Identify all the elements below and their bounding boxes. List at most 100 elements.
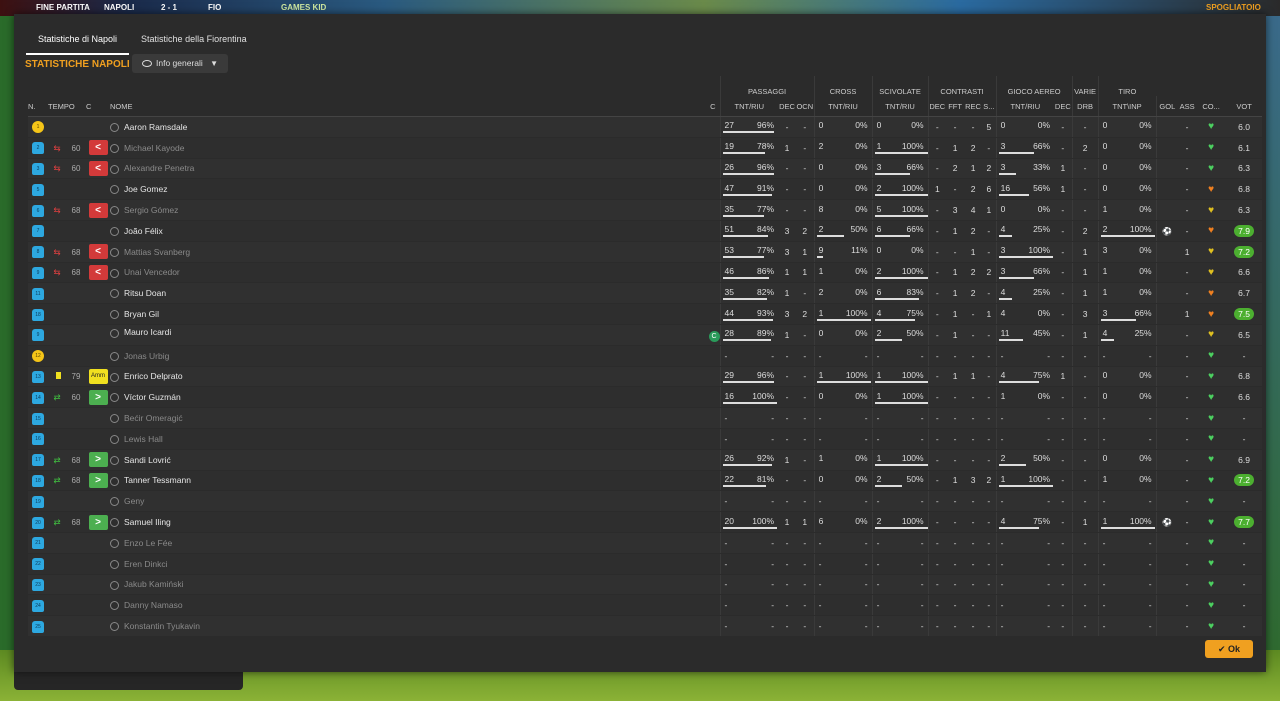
table-row[interactable]: 2 ⇆ 60 < Michael Kayode 19 78% 1-2 0% 1 100% -1 2-3 6… — [28, 137, 1263, 159]
cell-name[interactable]: Joe Gomez — [110, 178, 721, 201]
cell-name[interactable]: Lewis Hall — [110, 428, 721, 450]
table-row[interactable]: 11 Ritsu Doan 35 82% 1-2 0% 6 83% -1 2-4 25% -1 1 0% -… — [28, 282, 1263, 305]
cell-name[interactable]: Jakub Kamiński — [110, 574, 721, 596]
cell-name[interactable]: Sergio Gómez — [110, 199, 721, 221]
table-row[interactable]: 19 Geny - - - - - - - - - - - - - - - - - - - ♥ - — [28, 490, 1263, 513]
player-name[interactable]: Alexandre Penetra — [124, 163, 194, 173]
player-name[interactable]: Víctor Guzmán — [124, 392, 181, 402]
col-ocn[interactable]: OCN — [796, 96, 815, 117]
cell-name[interactable]: Víctor Guzmán — [110, 386, 721, 409]
player-name[interactable]: Jakub Kamiński — [124, 579, 184, 589]
player-name[interactable]: Joe Gomez — [124, 184, 167, 194]
col-co[interactable]: CO... — [1196, 96, 1227, 117]
ok-button[interactable]: ✔ Ok — [1205, 640, 1253, 658]
cell-name[interactable]: Bećir Omeragić — [110, 407, 721, 429]
col-tiro[interactable]: TNT\INP — [1097, 96, 1157, 117]
player-name[interactable]: Enzo Le Fée — [124, 538, 172, 548]
cell-name[interactable]: Bryan Gil — [110, 303, 721, 325]
col-pass-tnt[interactable]: TNT/RIU — [719, 96, 779, 117]
table-row[interactable]: 12 Jonas Urbig - - - - - - - - - - - - - - - - - - - ♥ - — [28, 345, 1263, 367]
cell-name[interactable]: Unai Vencedor — [110, 262, 721, 284]
col-cross-tnt[interactable]: TNT/RIU — [813, 96, 873, 117]
player-name[interactable]: Sandi Lovrić — [124, 455, 171, 465]
col-dec[interactable]: DEC — [778, 96, 797, 117]
col-s[interactable]: S... — [982, 96, 997, 117]
table-row[interactable]: 6 ⇆ 68 < Sergio Gómez 35 77% - -8 0% 5 100% -3 4 1 0 0% -… — [28, 199, 1263, 221]
table-row[interactable]: 15 Bećir Omeragić - - - - - - - - - - - - - - - - - - - ♥ - — [28, 407, 1263, 429]
cell-name[interactable]: Mauro Icardi C — [110, 324, 721, 346]
col-tempo[interactable]: TEMPO — [48, 96, 86, 117]
col-c[interactable]: C — [86, 96, 110, 117]
table-row[interactable]: 5 Joe Gomez 47 91% - -0 0% 2 100% 1-2 6 16 56% 1-0 0% -… — [28, 178, 1263, 201]
cell-name[interactable]: Tanner Tessmann — [110, 470, 721, 492]
player-name[interactable]: Eren Dinkci — [124, 559, 167, 569]
cell-name[interactable]: Ritsu Doan — [110, 282, 721, 305]
cell-name[interactable]: Alexandre Penetra — [110, 158, 721, 180]
table-row[interactable]: 18 ⇄ 68 > Tanner Tessmann 22 81% - -0 0% 2 50% -1 3 2 1… — [28, 470, 1263, 492]
player-name[interactable]: Ritsu Doan — [124, 288, 166, 298]
player-name[interactable]: Unai Vencedor — [124, 267, 180, 277]
col-n[interactable]: N. — [28, 96, 48, 117]
cell-name[interactable]: Samuel Iling — [110, 511, 721, 533]
col-ass[interactable]: ASS — [1178, 96, 1197, 117]
table-row[interactable]: 9 ⇆ 68 < Unai Vencedor 46 86% 1 1 1 0% 2 100% -1 2 2 3 66… — [28, 262, 1263, 284]
player-name[interactable]: Tanner Tessmann — [124, 475, 191, 485]
table-row[interactable]: 20 ⇄ 68 > Samuel Iling 20 100% 1 1 6 0% 2 100% - - - -4 7… — [28, 511, 1263, 533]
player-name[interactable]: Jonas Urbig — [124, 351, 169, 361]
table-row[interactable]: 17 ⇄ 68 > Sandi Lovrić 26 92% 1-1 0% 1 100% - - - -2 50… — [28, 449, 1263, 471]
table-row[interactable]: 24 Danny Namaso - - - - - - - - - - - - - - - - - - - ♥ - — [28, 594, 1263, 617]
cell-name[interactable]: Enzo Le Fée — [110, 532, 721, 554]
player-name[interactable]: Lewis Hall — [124, 434, 163, 444]
cell-name[interactable]: Jonas Urbig — [110, 345, 721, 367]
cell-name[interactable]: Enrico Delprato — [110, 366, 721, 388]
col-vot[interactable]: VOT — [1226, 96, 1263, 117]
table-row[interactable]: 8 ⇆ 68 < Mattias Svanberg 53 77% 3 1 9 11% 0 0% - -1-3… — [28, 241, 1263, 263]
player-name[interactable]: Danny Namaso — [124, 600, 183, 610]
col-gol[interactable]: GOL — [1155, 96, 1179, 117]
player-name[interactable]: Konstantin Tyukavin — [124, 621, 200, 631]
player-name[interactable]: João Félix — [124, 226, 163, 236]
table-row[interactable]: 14 ⇄ 60 > Víctor Guzmán 16 100% - -0 0% 1 100% - - - -1… — [28, 386, 1263, 409]
table-row[interactable]: 18 Bryan Gil 44 93% 3 2 1 100% 4 75% -1-1 4 0% -3 3 66%… — [28, 303, 1263, 325]
col-cdec[interactable]: DEC — [927, 96, 947, 117]
cell-name[interactable]: Geny — [110, 490, 721, 513]
cell-name[interactable]: Aaron Ramsdale — [110, 116, 721, 138]
player-name[interactable]: Mauro Icardi — [124, 327, 171, 337]
player-name[interactable]: Samuel Iling — [124, 517, 171, 527]
col-drb[interactable]: DRB — [1071, 96, 1099, 117]
table-row[interactable]: 1 Aaron Ramsdale 27 96% - -0 0% 0 0% - - -5 0 0% - -0 0%… — [28, 116, 1263, 138]
player-name[interactable]: Michael Kayode — [124, 143, 184, 153]
col-aer-tnt[interactable]: TNT/RIU — [995, 96, 1055, 117]
col-nome[interactable]: NOME C — [110, 96, 721, 117]
player-name[interactable]: Mattias Svanberg — [124, 247, 190, 257]
table-row[interactable]: 7 João Félix 51 84% 3 2 2 50% 6 66% -1 2-4 25% -2 2 100… — [28, 220, 1263, 242]
col-fft[interactable]: FFT — [946, 96, 965, 117]
cell-name[interactable]: Danny Namaso — [110, 594, 721, 617]
player-name[interactable]: Enrico Delprato — [124, 371, 183, 381]
cell-name[interactable]: João Félix — [110, 220, 721, 242]
tab-napoli-stats[interactable]: Statistiche di Napoli — [26, 30, 130, 55]
col-sciv-tnt[interactable]: TNT/RIU — [871, 96, 929, 117]
cell-name[interactable]: Michael Kayode — [110, 137, 721, 159]
table-row[interactable]: 3 ⇆ 60 < Alexandre Penetra 26 96% - -0 0% 3 66% -2 1 2… — [28, 158, 1263, 180]
player-name[interactable]: Bryan Gil — [124, 309, 159, 319]
table-row[interactable]: 16 Lewis Hall - - - - - - - - - - - - - - - - - - - ♥ - — [28, 428, 1263, 450]
col-rec[interactable]: REC — [964, 96, 983, 117]
player-name[interactable]: Aaron Ramsdale — [124, 122, 187, 132]
player-name[interactable]: Sergio Gómez — [124, 205, 178, 215]
player-name[interactable]: Geny — [124, 496, 144, 506]
cell-name[interactable]: Mattias Svanberg — [110, 241, 721, 263]
cell-name[interactable]: Sandi Lovrić — [110, 449, 721, 471]
player-name[interactable]: Bećir Omeragić — [124, 413, 183, 423]
table-row[interactable]: 21 Enzo Le Fée - - - - - - - - - - - - - - - - - - - ♥ - — [28, 532, 1263, 554]
tab-fiorentina-stats[interactable]: Statistiche della Fiorentina — [129, 30, 259, 53]
table-row[interactable]: 9 Mauro Icardi C 28 89% 1-0 0% 2 50% -1- -11 45% -1 4… — [28, 324, 1263, 346]
cell-name[interactable]: Konstantin Tyukavin — [110, 615, 721, 637]
table-row[interactable]: 23 Jakub Kamiński - - - - - - - - - - - - - - - - - - - ♥ - — [28, 574, 1263, 596]
view-dropdown[interactable]: Info generali ▼ — [132, 54, 228, 73]
table-row[interactable]: 22 Eren Dinkci - - - - - - - - - - - - - - - - - - - ♥ - — [28, 553, 1263, 575]
col-adec[interactable]: DEC — [1054, 96, 1073, 117]
cell-name[interactable]: Eren Dinkci — [110, 553, 721, 575]
table-row[interactable]: 13 79 Amm Enrico Delprato 29 96% - -1 100% 1 100% -… — [28, 366, 1263, 388]
table-row[interactable]: 25 Konstantin Tyukavin - - - - - - - - - - - - - - - - - - -… — [28, 615, 1263, 637]
